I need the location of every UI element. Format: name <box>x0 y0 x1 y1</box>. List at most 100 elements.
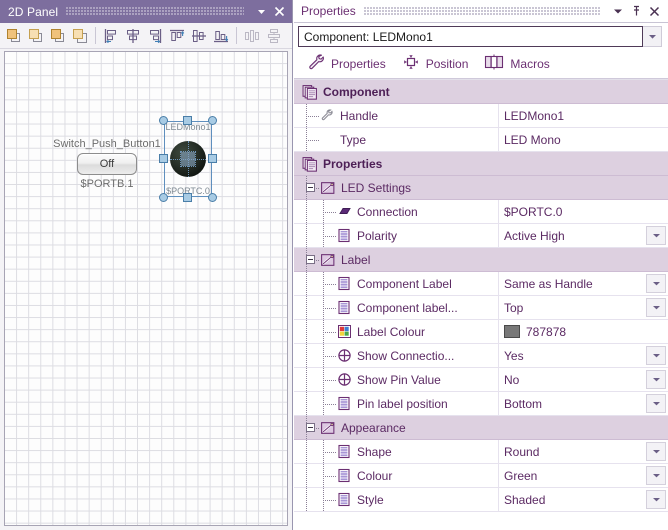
resize-handle-top-center[interactable] <box>183 116 192 125</box>
properties-menu-button[interactable] <box>609 2 627 20</box>
expander-collapse-icon[interactable] <box>306 255 315 264</box>
expander-collapse-icon[interactable] <box>306 423 315 432</box>
list-icon <box>336 468 352 484</box>
property-row[interactable]: Component Label Same as Handle <box>294 272 668 296</box>
property-dropdown-button[interactable] <box>646 298 666 317</box>
tab-macros[interactable]: Macros <box>477 51 554 76</box>
property-value-cell[interactable]: Green <box>499 464 646 487</box>
property-value-cell[interactable]: 787878 <box>499 320 668 343</box>
align-left-button[interactable] <box>100 25 122 47</box>
align-center-button[interactable] <box>122 25 144 47</box>
property-row[interactable]: Shape Round <box>294 440 668 464</box>
property-value-text: No <box>504 372 520 387</box>
property-row[interactable]: Polarity Active High <box>294 224 668 248</box>
properties-close-button[interactable] <box>645 2 663 20</box>
property-dropdown-button[interactable] <box>646 346 666 365</box>
pin-circle-icon <box>336 348 352 364</box>
property-name-cell: Show Connectio... <box>294 344 499 367</box>
property-name-label: Colour <box>357 468 393 483</box>
property-value-text: Bottom <box>504 396 543 411</box>
property-value-cell[interactable]: Active High <box>499 224 646 247</box>
property-value-cell[interactable]: No <box>499 368 646 391</box>
property-name-cell: Type <box>294 128 499 151</box>
property-value-cell[interactable]: LED Mono <box>499 128 668 151</box>
property-row[interactable]: Handle LEDMono1 <box>294 104 668 128</box>
resize-handle-bottom-left[interactable] <box>159 193 168 202</box>
property-row[interactable]: Pin label position Bottom <box>294 392 668 416</box>
property-row[interactable]: Appearance <box>294 416 668 440</box>
bring-forward-button[interactable] <box>25 25 47 47</box>
property-dropdown-button[interactable] <box>646 442 666 461</box>
list-icon <box>336 228 352 244</box>
property-row[interactable]: Connection $PORTC.0 <box>294 200 668 224</box>
properties-pin-button[interactable] <box>627 2 645 20</box>
push-button-face[interactable]: Off <box>77 153 137 175</box>
property-dropdown-button[interactable] <box>646 394 666 413</box>
component-selector-dropdown-button[interactable] <box>643 26 662 47</box>
macros-icon <box>482 53 506 74</box>
align-bottom-button[interactable] <box>210 25 232 47</box>
property-value-cell[interactable]: LEDMono1 <box>499 104 668 127</box>
component-led-mono[interactable]: LEDMono1 $PORTC.0 <box>159 116 217 202</box>
property-name-label: Pin label position <box>357 396 448 411</box>
property-row[interactable]: LED Settings <box>294 176 668 200</box>
align-right-button[interactable] <box>144 25 166 47</box>
2d-panel-window: 2D Panel Switch_Push_Button1 Off $PORTB.… <box>0 0 293 530</box>
property-row[interactable]: Properties <box>294 152 668 176</box>
send-to-back-button[interactable] <box>69 25 91 47</box>
resize-handle-middle-left[interactable] <box>159 154 168 163</box>
colour-swatch[interactable] <box>504 325 520 338</box>
component-switch-push-button[interactable]: Switch_Push_Button1 Off $PORTB.1 <box>52 138 162 190</box>
property-value-cell[interactable]: Top <box>499 296 646 319</box>
led-bulb[interactable] <box>170 141 206 177</box>
property-dropdown-button[interactable] <box>646 490 666 509</box>
property-name-cell: Appearance <box>294 416 499 439</box>
tab-properties[interactable]: Properties <box>302 51 391 76</box>
title-grip-dots <box>66 7 244 16</box>
property-row[interactable]: Style Shaded <box>294 488 668 512</box>
property-value-cell[interactable]: Yes <box>499 344 646 367</box>
list-icon <box>336 444 352 460</box>
bring-to-front-button[interactable] <box>3 25 25 47</box>
property-row[interactable]: Component <box>294 80 668 104</box>
folder-icon <box>320 420 336 436</box>
tab-position[interactable]: Position <box>395 51 474 76</box>
tree-elbow <box>323 283 336 285</box>
property-value-text: LED Mono <box>504 132 561 147</box>
property-value-cell[interactable]: Same as Handle <box>499 272 646 295</box>
property-row[interactable]: Type LED Mono <box>294 128 668 152</box>
property-dropdown-button[interactable] <box>646 466 666 485</box>
send-backward-button[interactable] <box>47 25 69 47</box>
property-value-cell[interactable]: $PORTC.0 <box>499 200 668 223</box>
property-value-cell[interactable]: Bottom <box>499 392 646 415</box>
property-dropdown-button[interactable] <box>646 370 666 389</box>
property-row[interactable]: Show Pin Value No <box>294 368 668 392</box>
panel-close-button[interactable] <box>270 3 288 21</box>
resize-handle-bottom-center[interactable] <box>183 193 192 202</box>
property-row[interactable]: Component label... Top <box>294 296 668 320</box>
expander-collapse-icon[interactable] <box>306 183 315 192</box>
resize-handle-middle-right[interactable] <box>208 154 217 163</box>
property-value-cell[interactable]: Shaded <box>499 488 646 511</box>
property-grid[interactable]: Component Handle LEDMono1 Type LED Mono Prope… <box>294 79 668 530</box>
property-row[interactable]: Colour Green <box>294 464 668 488</box>
property-row[interactable]: Label <box>294 248 668 272</box>
resize-handle-bottom-right[interactable] <box>208 193 217 202</box>
2d-panel-canvas[interactable]: Switch_Push_Button1 Off $PORTB.1 LEDMono… <box>4 51 288 526</box>
property-value-cell[interactable]: Round <box>499 440 646 463</box>
distribute-horizontally-button[interactable] <box>241 25 263 47</box>
palette-icon <box>336 324 352 340</box>
tree-guide-line <box>306 272 307 295</box>
resize-handle-top-left[interactable] <box>159 116 168 125</box>
property-dropdown-button[interactable] <box>646 274 666 293</box>
align-top-button[interactable] <box>166 25 188 47</box>
property-name-label: Label Colour <box>357 324 426 339</box>
component-selector-field[interactable]: Component: LEDMono1 <box>298 26 643 47</box>
distribute-vertically-button[interactable] <box>263 25 285 47</box>
property-dropdown-button[interactable] <box>646 226 666 245</box>
resize-handle-top-right[interactable] <box>208 116 217 125</box>
panel-menu-button[interactable] <box>252 3 270 21</box>
property-row[interactable]: Show Connectio... Yes <box>294 344 668 368</box>
property-row[interactable]: Label Colour 787878 <box>294 320 668 344</box>
align-middle-button[interactable] <box>188 25 210 47</box>
